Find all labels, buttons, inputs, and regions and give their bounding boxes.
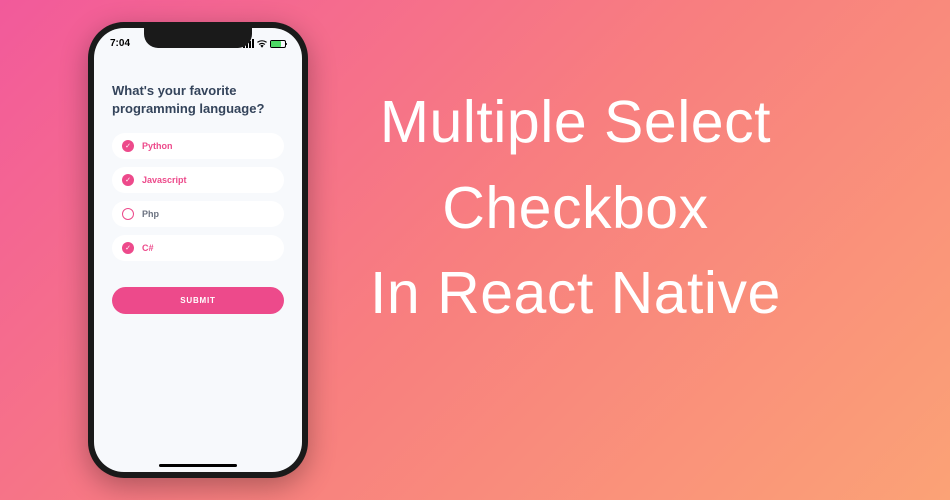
question-title: What's your favorite programming languag…: [112, 82, 284, 117]
option-label: C#: [142, 243, 154, 253]
checkbox-unchecked-icon: [122, 208, 134, 220]
headline-line-3: In React Native: [370, 251, 781, 337]
option-label: Php: [142, 209, 159, 219]
submit-button[interactable]: SUBMIT: [112, 287, 284, 314]
phone-mockup: 7:04 What: [88, 22, 308, 478]
option-csharp[interactable]: ✓ C#: [112, 235, 284, 261]
phone-screen: 7:04 What: [94, 28, 302, 472]
home-indicator: [159, 464, 237, 467]
app-content: What's your favorite programming languag…: [94, 52, 302, 332]
option-python[interactable]: ✓ Python: [112, 133, 284, 159]
checkbox-checked-icon: ✓: [122, 242, 134, 254]
headline-line-2: Checkbox: [370, 166, 781, 252]
phone-frame: 7:04 What: [88, 22, 308, 478]
headline: Multiple Select Checkbox In React Native: [370, 80, 781, 337]
option-label: Python: [142, 141, 173, 151]
option-javascript[interactable]: ✓ Javascript: [112, 167, 284, 193]
wifi-icon: [257, 40, 267, 48]
checkbox-checked-icon: ✓: [122, 140, 134, 152]
headline-line-1: Multiple Select: [370, 80, 781, 166]
option-php[interactable]: Php: [112, 201, 284, 227]
phone-notch: [144, 28, 252, 48]
option-label: Javascript: [142, 175, 187, 185]
battery-icon: [270, 40, 286, 48]
options-list: ✓ Python ✓ Javascript Php: [112, 133, 284, 261]
status-time: 7:04: [110, 38, 130, 49]
checkbox-checked-icon: ✓: [122, 174, 134, 186]
